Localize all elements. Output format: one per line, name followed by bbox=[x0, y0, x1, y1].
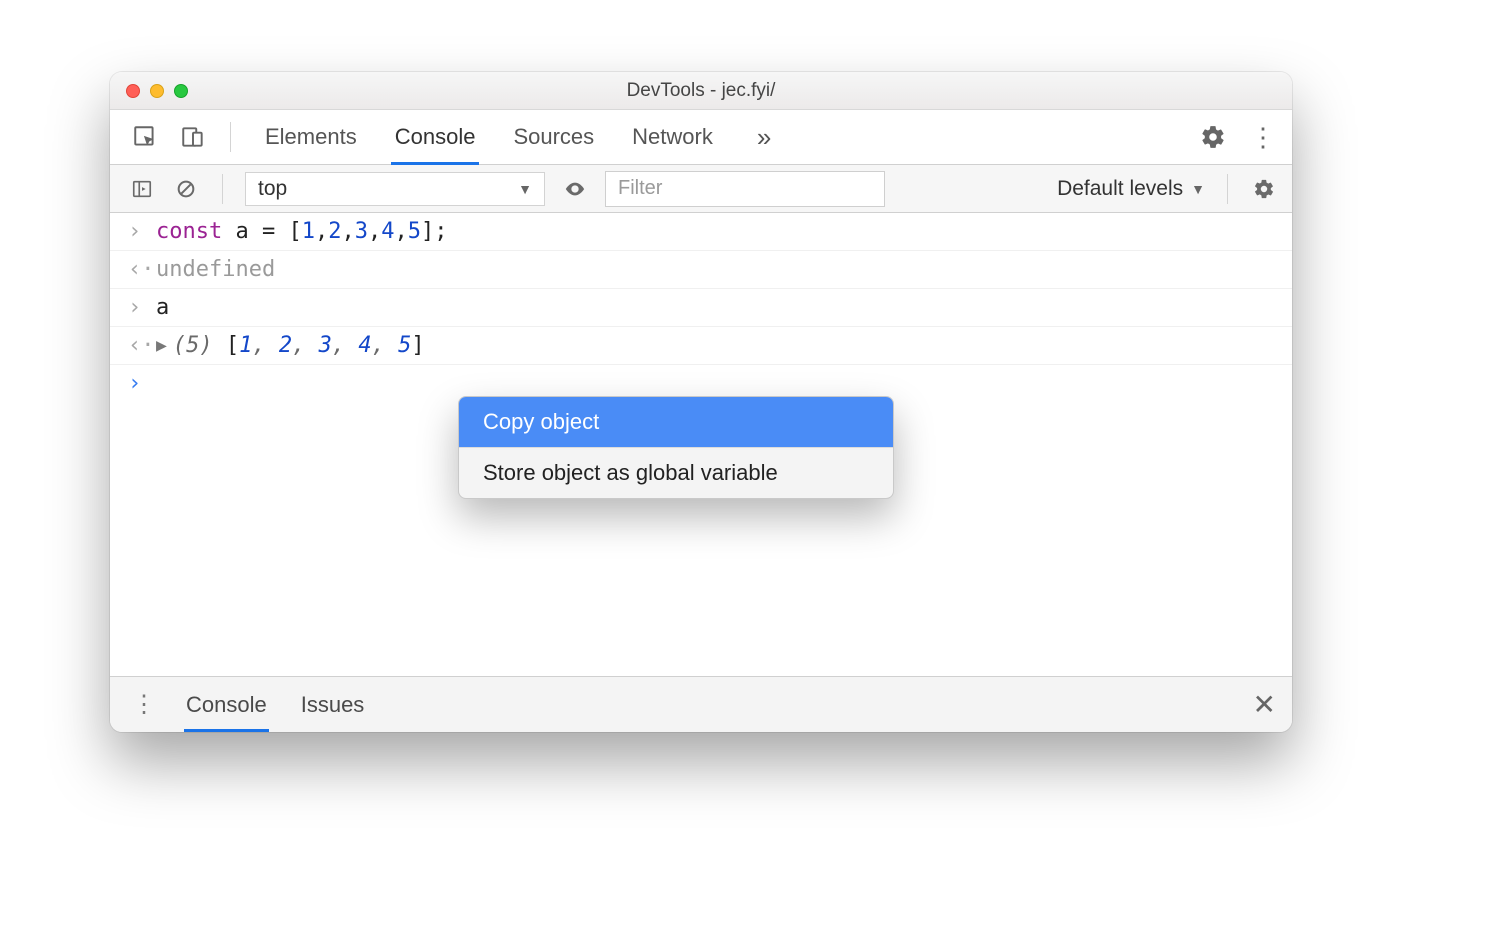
panel-tabs: Elements Console Sources Network bbox=[265, 110, 713, 164]
drawer-close-icon[interactable]: ✕ bbox=[1253, 688, 1276, 721]
chevron-down-icon: ▼ bbox=[518, 181, 532, 197]
console-code[interactable]: a bbox=[156, 295, 1282, 320]
drawer-toolbar: ⋮ Console Issues ✕ bbox=[110, 676, 1292, 732]
toggle-sidebar-icon[interactable] bbox=[128, 175, 156, 203]
console-code[interactable]: const a = [1,2,3,4,5]; bbox=[156, 219, 1282, 244]
console-toolbar: top ▼ Default levels ▼ bbox=[110, 165, 1292, 213]
device-toggle-icon[interactable] bbox=[176, 120, 210, 154]
drawer-kebab-icon[interactable]: ⋮ bbox=[126, 690, 162, 719]
toolbar-separator bbox=[1227, 174, 1228, 204]
execution-context-value: top bbox=[258, 177, 287, 201]
drawer-tab-console[interactable]: Console bbox=[186, 677, 267, 732]
console-result-line: ‹· undefined bbox=[110, 251, 1292, 289]
traffic-lights bbox=[110, 84, 188, 98]
console-input-line: › const a = [1,2,3,4,5]; bbox=[110, 213, 1292, 251]
console-result-line: ‹· ▶(5) [1, 2, 3, 4, 5] bbox=[110, 327, 1292, 365]
settings-gear-icon[interactable] bbox=[1196, 120, 1230, 154]
console-undefined: undefined bbox=[156, 257, 1282, 282]
active-prompt-icon: › bbox=[128, 371, 156, 396]
input-prompt-icon: › bbox=[128, 219, 156, 244]
input-prompt-icon: › bbox=[128, 295, 156, 320]
console-settings-gear-icon[interactable] bbox=[1250, 175, 1278, 203]
drawer-tabs: Console Issues bbox=[186, 677, 364, 732]
console-input-line: › a bbox=[110, 289, 1292, 327]
context-menu-store-global[interactable]: Store object as global variable bbox=[459, 448, 893, 498]
tab-sources[interactable]: Sources bbox=[513, 110, 594, 164]
kebab-menu-icon[interactable]: ⋮ bbox=[1244, 122, 1282, 153]
chevron-down-icon: ▼ bbox=[1191, 181, 1205, 197]
close-window-button[interactable] bbox=[126, 84, 140, 98]
execution-context-select[interactable]: top ▼ bbox=[245, 172, 545, 206]
main-toolbar: Elements Console Sources Network » ⋮ bbox=[110, 110, 1292, 165]
window-title: DevTools - jec.fyi/ bbox=[110, 80, 1292, 102]
live-expression-eye-icon[interactable] bbox=[561, 175, 589, 203]
console-array-result[interactable]: ▶(5) [1, 2, 3, 4, 5] bbox=[156, 333, 1282, 358]
toolbar-separator bbox=[230, 122, 231, 152]
output-indicator-icon: ‹· bbox=[128, 257, 156, 282]
expand-triangle-icon[interactable]: ▶ bbox=[156, 335, 167, 356]
minimize-window-button[interactable] bbox=[150, 84, 164, 98]
tab-elements[interactable]: Elements bbox=[265, 110, 357, 164]
output-indicator-icon: ‹· bbox=[128, 333, 156, 358]
toolbar-separator bbox=[222, 174, 223, 204]
context-menu-copy-object[interactable]: Copy object bbox=[459, 397, 893, 447]
tab-network[interactable]: Network bbox=[632, 110, 713, 164]
zoom-window-button[interactable] bbox=[174, 84, 188, 98]
log-levels-label: Default levels bbox=[1057, 177, 1183, 201]
tab-console[interactable]: Console bbox=[395, 110, 476, 164]
drawer-tab-issues[interactable]: Issues bbox=[301, 677, 365, 732]
context-menu: Copy object Store object as global varia… bbox=[458, 396, 894, 499]
filter-input[interactable] bbox=[605, 171, 885, 207]
clear-console-icon[interactable] bbox=[172, 175, 200, 203]
more-tabs-icon[interactable]: » bbox=[757, 122, 771, 153]
window-titlebar: DevTools - jec.fyi/ bbox=[110, 72, 1292, 110]
inspect-element-icon[interactable] bbox=[128, 120, 162, 154]
log-levels-select[interactable]: Default levels ▼ bbox=[1057, 177, 1205, 201]
